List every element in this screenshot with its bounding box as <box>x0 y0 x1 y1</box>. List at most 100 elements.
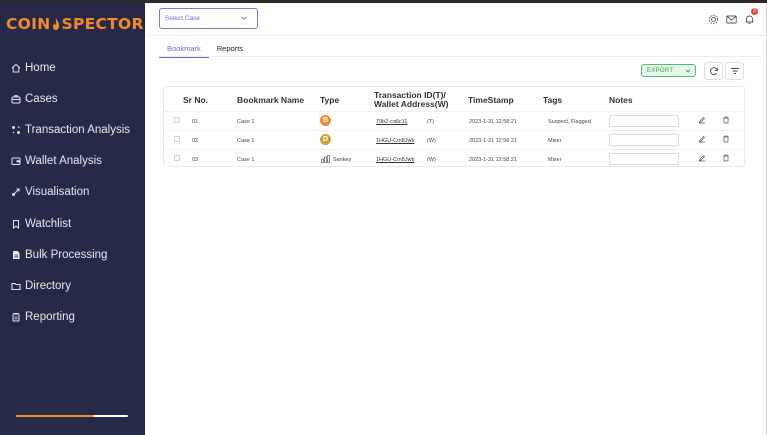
chevron-down-icon <box>241 16 247 20</box>
row-transaction-link[interactable]: 79b2-ca6c11 <box>376 119 407 125</box>
sidebar-item-reporting[interactable]: Reporting <box>0 302 145 333</box>
trash-icon[interactable] <box>722 135 730 143</box>
row-timestamp: 2023-1-31 12:58:21 <box>469 119 518 125</box>
edit-icon[interactable] <box>698 154 706 162</box>
logo-text-left: COIN <box>6 15 51 33</box>
sidebar-item-transaction-analysis[interactable]: Transaction Analysis <box>0 114 145 145</box>
row-wallet-link[interactable]: 1HGU-Cm8Jwb <box>376 157 415 163</box>
sidebar-item-visualisation[interactable]: Visualisation <box>0 177 145 208</box>
sidebar-item-label: Watchlist <box>25 217 72 230</box>
watchlist-icon <box>10 218 21 229</box>
notification-badge: 3 <box>751 8 758 15</box>
row-sr-no: 02 <box>192 138 199 144</box>
row-bookmark-name: Case 1 <box>237 138 255 144</box>
row-checkbox[interactable] <box>174 117 180 123</box>
logo-text-right: SPECTOR <box>61 15 144 33</box>
row-id-kind: (W) <box>427 157 436 163</box>
bookmark-table: Sr No. Bookmark Name Type Transaction ID… <box>163 86 745 167</box>
row-checkbox[interactable] <box>174 155 180 161</box>
sankey-chart-icon <box>321 155 330 163</box>
top-bar: Select Case 3 <box>145 3 766 36</box>
trash-icon[interactable] <box>722 154 730 162</box>
reporting-icon <box>10 312 21 323</box>
select-case-placeholder: Select Case <box>165 15 201 22</box>
sidebar-item-label: Bulk Processing <box>25 248 108 261</box>
row-sr-no: 03 <box>192 157 199 163</box>
select-case-dropdown[interactable]: Select Case <box>159 8 258 29</box>
sidebar-item-label: Transaction Analysis <box>25 123 131 136</box>
table-row: 03 Case 1 Sankey 1HGU-Cm8Jwb (W) 2023-1-… <box>164 149 744 167</box>
row-timestamp: 2023-1-31 12:58:21 <box>469 138 518 144</box>
row-tags: Suspect, Flagged <box>548 119 591 125</box>
top-icons: 3 <box>708 8 758 25</box>
bell-icon[interactable]: 3 <box>744 8 758 24</box>
flame-icon <box>52 18 59 30</box>
row-checkbox[interactable] <box>174 136 180 142</box>
row-bookmark-name: Case 1 <box>237 157 255 163</box>
trash-icon[interactable] <box>722 116 730 124</box>
chevron-down-icon <box>685 69 691 73</box>
row-notes-input[interactable] <box>609 115 679 127</box>
edit-icon[interactable] <box>698 135 706 143</box>
main-content: Select Case 3 Bookmark Reports EXPORT Sr <box>145 3 767 435</box>
header-timestamp: TimeStamp <box>468 95 514 105</box>
sidebar-item-label: Directory <box>25 279 72 292</box>
header-type: Type <box>320 95 340 105</box>
sidebar-item-label: Visualisation <box>25 186 90 199</box>
tabs-divider <box>159 56 761 57</box>
home-icon <box>10 62 21 73</box>
mail-icon[interactable] <box>726 12 737 24</box>
row-sr-no: 01 <box>192 119 199 125</box>
edit-icon[interactable] <box>698 116 706 124</box>
app-frame: COIN SPECTOR Home Cases Transaction Analy… <box>0 3 767 435</box>
row-notes-input[interactable] <box>609 153 679 165</box>
filter-icon <box>730 68 739 74</box>
dogecoin-icon: D <box>320 134 331 145</box>
visualisation-icon <box>10 187 21 198</box>
settings-icon[interactable] <box>708 12 719 25</box>
row-id-kind: (W) <box>427 138 436 144</box>
row-type-label: Sankey <box>333 157 352 163</box>
sidebar: COIN SPECTOR Home Cases Transaction Analy… <box>0 3 145 435</box>
bulk-icon <box>10 249 21 260</box>
table-row: 01 Case 1 B 79b2-ca6c11 (T) 2023-1-31 12… <box>164 111 744 129</box>
wallet-icon <box>10 156 21 167</box>
header-transaction-id-line2: Wallet Address(W) <box>374 99 449 109</box>
row-bookmark-name: Case 1 <box>237 119 255 125</box>
bitcoin-icon: B <box>320 115 331 126</box>
sidebar-item-watchlist[interactable]: Watchlist <box>0 208 145 239</box>
app-logo[interactable]: COIN SPECTOR <box>6 15 144 33</box>
row-wallet-link[interactable]: 1HGU-Cm8Jwb <box>376 138 415 144</box>
table-row: 02 Case 1 D 1HGU-Cm8Jwb (W) 2023-1-31 12… <box>164 130 744 148</box>
row-tags: Mixer <box>548 157 562 163</box>
sidebar-item-bulk-processing[interactable]: Bulk Processing <box>0 239 145 270</box>
sidebar-item-label: Wallet Analysis <box>25 155 102 168</box>
refresh-button[interactable] <box>704 62 723 80</box>
sidebar-item-label: Cases <box>25 92 58 105</box>
header-bookmark-name: Bookmark Name <box>237 95 305 105</box>
export-button[interactable]: EXPORT <box>641 64 696 77</box>
header-tags: Tags <box>543 95 563 105</box>
sidebar-item-home[interactable]: Home <box>0 52 145 83</box>
filter-button[interactable] <box>725 62 744 80</box>
sidebar-item-directory[interactable]: Directory <box>0 270 145 301</box>
header-sr-no: Sr No. <box>183 95 209 105</box>
row-timestamp: 2023-1-31 12:58:21 <box>469 157 518 163</box>
row-id-kind: (T) <box>427 119 435 125</box>
transaction-icon <box>10 124 21 135</box>
row-notes-input[interactable] <box>609 134 679 146</box>
sidebar-item-label: Home <box>25 61 56 74</box>
sidebar-progress-fill <box>16 415 95 417</box>
header-notes: Notes <box>609 95 633 105</box>
cases-icon <box>10 93 21 104</box>
folder-icon <box>10 280 21 291</box>
sidebar-progress-bar <box>16 415 128 417</box>
sidebar-item-wallet-analysis[interactable]: Wallet Analysis <box>0 146 145 177</box>
sidebar-item-label: Reporting <box>25 311 75 324</box>
row-tags: Mixer <box>548 138 562 144</box>
refresh-icon <box>709 67 718 75</box>
sidebar-item-cases[interactable]: Cases <box>0 83 145 114</box>
sidebar-nav: Home Cases Transaction Analysis Wallet A… <box>0 52 145 333</box>
export-label: EXPORT <box>647 68 674 74</box>
header-transaction-id: Transaction ID(T)/ Wallet Address(W) <box>374 91 448 109</box>
